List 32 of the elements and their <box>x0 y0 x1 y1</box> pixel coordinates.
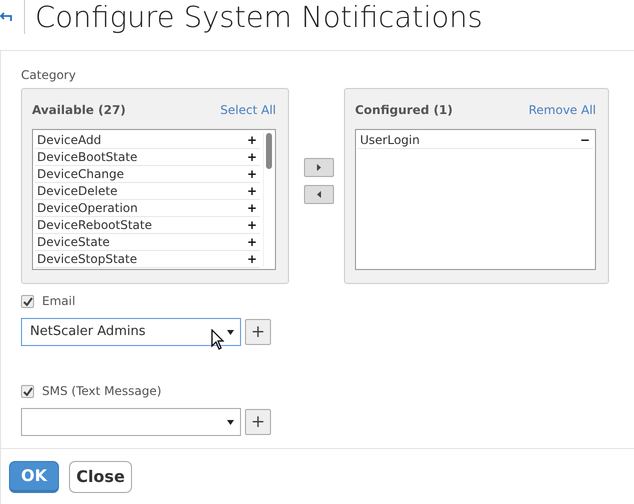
dropdown[interactable]: NetScaler Admins <box>21 318 241 346</box>
move-left-button[interactable] <box>304 185 334 204</box>
move-right-button[interactable] <box>304 158 334 177</box>
dropdown-arrow-icon <box>227 420 234 424</box>
dropdown-arrow-icon <box>227 330 234 334</box>
checkbox[interactable] <box>21 294 34 308</box>
panel-heading: Configured (1) <box>355 102 453 119</box>
available-list-item[interactable]: DeviceBootState + <box>35 149 260 166</box>
available-list-item[interactable]: DeviceOperation + <box>35 200 260 217</box>
panel-heading: Available (27) <box>32 102 126 119</box>
page-title: Configure System Notifications <box>35 0 483 34</box>
available-link[interactable]: Select All <box>220 101 276 119</box>
add-button[interactable]: + <box>245 409 271 435</box>
configured-list-item[interactable]: UserLogin − <box>358 132 593 149</box>
available-list-item[interactable]: DeviceState + <box>35 234 260 251</box>
available-list-item[interactable]: DeviceChange + <box>35 166 260 183</box>
close-button[interactable]: Close <box>69 460 132 492</box>
available-list-item[interactable]: DeviceRebootState + <box>35 217 260 234</box>
checkbox-label: Email <box>42 293 76 310</box>
back-icon[interactable] <box>0 12 14 22</box>
right-triangle-icon <box>317 164 321 171</box>
add-button[interactable]: + <box>245 319 271 345</box>
configured-link[interactable]: Remove All <box>528 101 596 119</box>
mouse-cursor-icon <box>211 329 225 351</box>
checkbox-label: SMS (Text Message) <box>42 383 162 400</box>
available-list-item[interactable]: DeviceDelete + <box>35 183 260 200</box>
scrollbar-thumb[interactable] <box>266 133 272 169</box>
left-triangle-icon <box>317 191 321 198</box>
category-label: Category <box>21 67 77 84</box>
available-list-item[interactable]: DeviceAdd + <box>35 132 260 149</box>
available-list-item[interactable]: DeviceStopState + <box>35 251 260 268</box>
checkbox[interactable] <box>21 384 34 398</box>
